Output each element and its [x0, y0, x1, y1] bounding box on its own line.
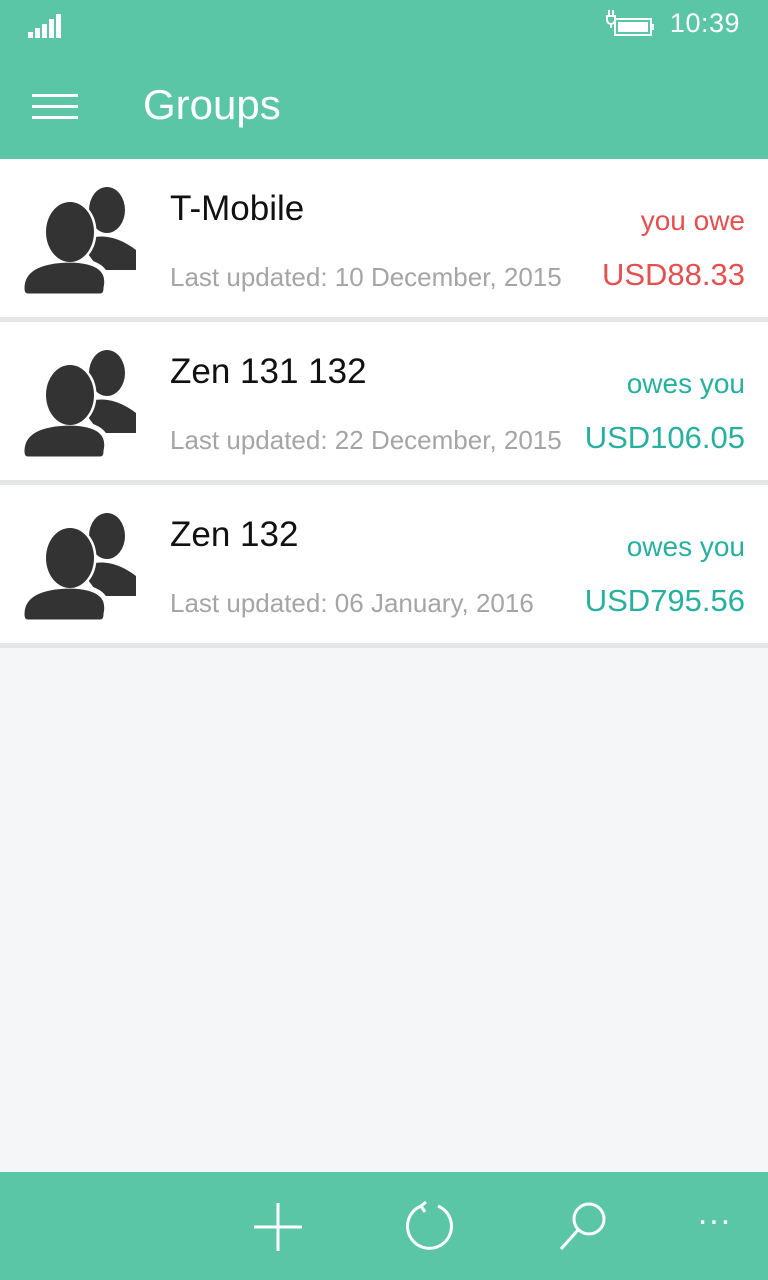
page-title: Groups [143, 81, 281, 128]
balance-amount: USD795.56 [584, 583, 745, 618]
group-avatar-icon [22, 513, 136, 622]
balance-label: owes you [626, 531, 745, 562]
balance-label: you owe [640, 205, 745, 236]
refresh-icon[interactable] [402, 1199, 458, 1255]
last-updated: Last updated: 06 January, 2016 [170, 588, 534, 618]
group-row[interactable]: Zen 131 132 Last updated: 22 December, 2… [0, 322, 768, 485]
last-updated: Last updated: 22 December, 2015 [170, 425, 562, 455]
group-avatar-icon [22, 187, 136, 296]
app-header: Groups [0, 52, 768, 159]
group-row[interactable]: Zen 132 Last updated: 06 January, 2016 o… [0, 485, 768, 648]
group-avatar-icon [22, 350, 136, 459]
signal-strength-icon [28, 14, 61, 38]
group-name: T-Mobile [170, 189, 305, 228]
battery-charging-icon [606, 10, 654, 36]
clock: 10:39 [669, 8, 740, 38]
group-name: Zen 131 132 [170, 352, 367, 391]
group-name: Zen 132 [170, 515, 299, 554]
add-icon[interactable] [250, 1199, 306, 1255]
group-row[interactable]: T-Mobile Last updated: 10 December, 2015… [0, 159, 768, 322]
more-options-button[interactable]: ... [690, 1194, 740, 1234]
group-list: T-Mobile Last updated: 10 December, 2015… [0, 159, 768, 648]
hamburger-icon[interactable] [32, 94, 78, 120]
status-bar: 10:39 [0, 0, 768, 52]
balance-label: owes you [626, 368, 745, 399]
balance-amount: USD106.05 [584, 420, 745, 455]
balance-amount: USD88.33 [601, 257, 745, 292]
search-icon[interactable] [556, 1199, 612, 1255]
app-bar: ... [0, 1172, 768, 1280]
last-updated: Last updated: 10 December, 2015 [170, 262, 562, 292]
